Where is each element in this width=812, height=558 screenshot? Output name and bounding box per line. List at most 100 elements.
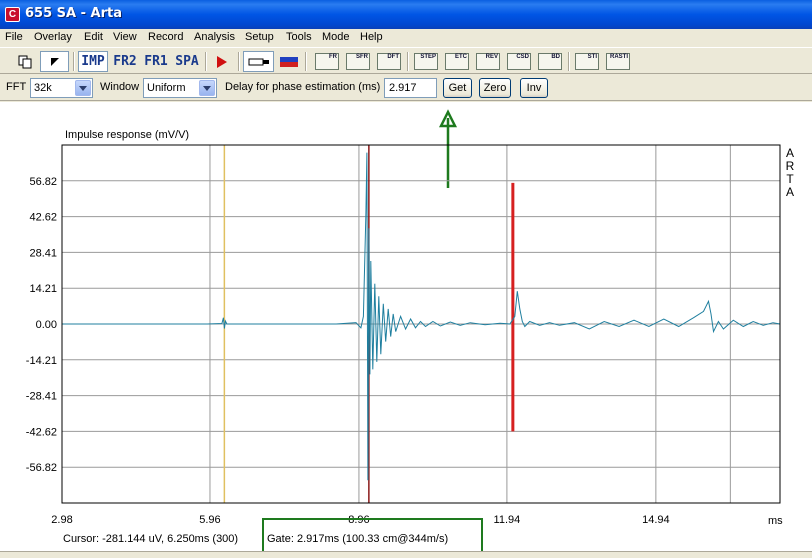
toolbar-separator (205, 52, 207, 71)
x-tick-label: 2.98 (51, 514, 72, 526)
inv-button[interactable]: Inv (520, 78, 548, 98)
x-axis-label: ms (768, 515, 783, 527)
delay-label: Delay for phase estimation (ms) (225, 81, 381, 93)
y-tick-label: 56.82 (29, 176, 57, 188)
window-title: 655 SA - Arta (25, 6, 122, 21)
get-button[interactable]: Get (443, 78, 472, 98)
cursor-mode-button[interactable] (40, 51, 69, 72)
toolbar-separator (73, 52, 75, 71)
y-tick-label: -42.62 (26, 426, 57, 438)
rasti-icon: RASTI (606, 53, 630, 70)
window-type-select[interactable]: Uniform (143, 78, 217, 98)
fft-size-select[interactable]: 32k (30, 78, 93, 98)
y-axis-ticks: 56.82 42.62 28.41 14.21 0.00 -14.21 -28.41 -42.… (26, 176, 57, 474)
rev-button[interactable]: REV (474, 51, 502, 72)
toolbar-separator (238, 52, 240, 71)
app-icon[interactable]: C (5, 7, 20, 22)
y-tick-label: -56.82 (26, 462, 57, 474)
toolbar-separator (568, 52, 570, 71)
y-tick-label: -14.21 (26, 355, 57, 367)
delay-input[interactable]: 2.917 (384, 78, 437, 98)
y-tick-label: 14.21 (29, 283, 57, 295)
record-button[interactable] (210, 51, 234, 72)
dft-button[interactable]: DFT (375, 51, 403, 72)
impulse-mode-button[interactable]: IMP (78, 51, 108, 72)
status-area: Cursor: -281.144 uV, 6.250ms (300) Gate:… (0, 518, 812, 558)
menu-file[interactable]: File (5, 31, 23, 43)
generator-button[interactable] (243, 51, 274, 72)
menu-overlay[interactable]: Overlay (34, 31, 72, 43)
spa-mode-button[interactable]: SPA (172, 51, 202, 72)
chart-title: Impulse response (mV/V) (65, 129, 189, 141)
toolbar-separator (407, 52, 409, 71)
menu-edit[interactable]: Edit (84, 31, 103, 43)
y-tick-label: -28.41 (26, 391, 57, 403)
gate-readout: Gate: 2.917ms (100.33 cm@344m/s) (267, 533, 449, 545)
y-tick-label: 0.00 (36, 319, 57, 331)
y-tick-label: 28.41 (29, 247, 57, 259)
sti-icon: STI (575, 53, 599, 70)
color-bar-icon (280, 56, 298, 67)
cursor-arrow-icon (50, 57, 59, 66)
impulse-chart[interactable]: Impulse response (mV/V) 56.82 42.62 28.41 1… (0, 102, 812, 530)
color-map-button[interactable] (277, 51, 301, 72)
fr2-label: FR2 (113, 54, 137, 69)
chevron-down-icon[interactable] (75, 80, 91, 96)
window-type-value: Uniform (147, 82, 186, 94)
x-tick-label: 5.96 (199, 514, 220, 526)
csd-button[interactable]: CSD (505, 51, 533, 72)
csd-icon: CSD (507, 53, 531, 70)
fr-button[interactable]: FR (313, 51, 341, 72)
x-tick-label: 14.94 (642, 514, 670, 526)
x-tick-label: 11.94 (494, 514, 521, 526)
sti-button[interactable]: STI (573, 51, 601, 72)
rasti-button[interactable]: RASTI (604, 51, 632, 72)
status-bar (0, 551, 812, 558)
probe-icon (248, 58, 269, 65)
dft-icon: DFT (377, 53, 401, 70)
fr-icon: FR (315, 53, 339, 70)
menu-record[interactable]: Record (148, 31, 183, 43)
chevron-down-icon[interactable] (199, 80, 215, 96)
play-icon (217, 55, 227, 68)
toolbar-separator (305, 52, 307, 71)
title-bar[interactable]: C 655 SA - Arta (0, 0, 812, 29)
rev-icon: REV (476, 53, 500, 70)
cursor-readout: Cursor: -281.144 uV, 6.250ms (300) (63, 533, 239, 545)
analysis-options-bar: FFT 32k Window Uniform Delay for phase e… (0, 75, 812, 101)
fft-size-value: 32k (34, 82, 52, 94)
step-button[interactable]: STEP (412, 51, 440, 72)
etc-icon: ETC (445, 53, 469, 70)
y-tick-label: 42.62 (29, 212, 57, 224)
toolbar: IMP FR2 FR1 SPA FR SFR DFT STEP ETC REV … (0, 47, 812, 74)
zero-button[interactable]: Zero (479, 78, 511, 98)
arta-watermark: ARTA (786, 146, 795, 199)
fr1-label: FR1 (144, 54, 168, 69)
sfr-icon: SFR (346, 53, 370, 70)
fft-label: FFT (6, 81, 27, 93)
etc-button[interactable]: ETC (443, 51, 471, 72)
annotation-arrow (438, 109, 458, 188)
menu-analysis[interactable]: Analysis (194, 31, 235, 43)
bd-button[interactable]: BD (536, 51, 564, 72)
step-icon: STEP (414, 53, 438, 70)
menu-tools[interactable]: Tools (286, 31, 312, 43)
imp-label: IMP (81, 54, 105, 69)
watermark-letter: R (786, 159, 795, 173)
watermark-letter: A (786, 185, 794, 199)
bd-icon: BD (538, 53, 562, 70)
menu-view[interactable]: View (113, 31, 137, 43)
window-label: Window (100, 81, 140, 93)
copy-button[interactable] (14, 51, 36, 72)
watermark-letter: A (786, 146, 794, 160)
fr2-mode-button[interactable]: FR2 (110, 51, 140, 72)
spa-label: SPA (175, 54, 199, 69)
menu-mode[interactable]: Mode (322, 31, 350, 43)
plot-area[interactable]: Impulse response (mV/V) 56.82 42.62 28.41 1… (0, 102, 812, 530)
copy-icon (18, 55, 32, 68)
menu-bar: File Overlay Edit View Record Analysis S… (0, 29, 812, 47)
menu-help[interactable]: Help (360, 31, 383, 43)
menu-setup[interactable]: Setup (245, 31, 274, 43)
fr1-mode-button[interactable]: FR1 (141, 51, 171, 72)
sfr-button[interactable]: SFR (344, 51, 372, 72)
